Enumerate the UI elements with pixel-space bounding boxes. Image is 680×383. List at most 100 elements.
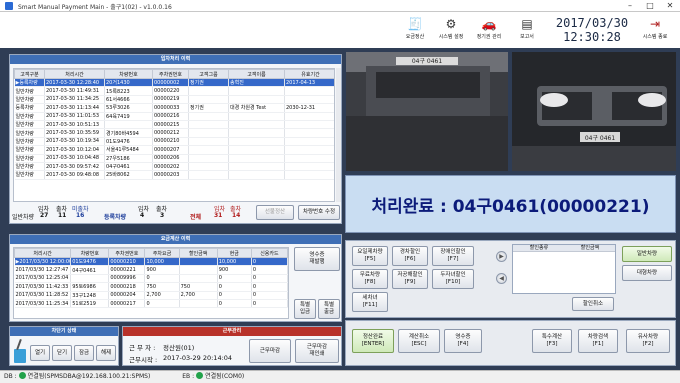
column-header[interactable]: 차량번호	[104, 69, 153, 79]
column-header[interactable]: 유효기간	[284, 69, 334, 79]
exit-icon: ⇥	[649, 17, 661, 31]
table-row[interactable]: 등록차량 2017-03-30 11:13:44 53루3026 00000033 정기…	[14, 103, 334, 113]
column-header[interactable]: 신용카드	[250, 248, 288, 258]
table-cell: 경기80바4594	[104, 128, 153, 138]
shift-reprint-button[interactable]: 근무마감 재인쇄	[295, 339, 339, 363]
discount-cancel-button[interactable]: 할인취소	[572, 297, 614, 311]
reg-car-label: 등록차량	[104, 214, 127, 221]
calc-cancel-button[interactable]: 계산취소 [ESC]	[398, 329, 440, 353]
table-cell: 01도9476	[104, 137, 153, 147]
discount-disabled-button[interactable]: 장애인할인 [F7]	[432, 246, 474, 266]
season-ticket-button[interactable]: 🚗 정기권 관리	[471, 16, 507, 46]
special-out-button[interactable]: 특별 출금	[318, 299, 340, 319]
shift-panel: 근무관리 근 무 자 : 정산원(01) 근무시작 : 2017-03-29 2…	[122, 326, 342, 366]
minimize-icon[interactable]: –	[620, 1, 640, 11]
change-plate-button[interactable]: 차량번호 수정	[298, 205, 340, 220]
table-row[interactable]: 2017/03/30 12:27:47 04구0461 00000221 900 900…	[14, 265, 288, 275]
column-header[interactable]: 주차권번호	[108, 248, 146, 258]
table-cell: 00000218	[108, 282, 146, 292]
remove-discount-icon[interactable]: ◀	[496, 273, 507, 284]
column-header[interactable]: 할인금액	[178, 248, 218, 258]
table-row[interactable]: 일반차량 2017-03-30 10:12:04 서울41루5484 00000207	[14, 145, 334, 155]
entry-scrollbar[interactable]	[336, 68, 341, 202]
reg-in-count: 4	[140, 212, 145, 219]
discount-list[interactable]: 할인종류 할인금액	[512, 244, 616, 294]
column-header[interactable]: 고객구분	[14, 69, 45, 79]
clock-time: 12:30:28	[563, 30, 621, 44]
special-in-button[interactable]: 특별 입금	[294, 299, 316, 319]
shift-title: 근무관리	[123, 327, 341, 336]
fee-table[interactable]: 처리시간 차량번호 주차권번호 주차요금 할인금액 현금 신용카드 ▶2017/03/30 …	[13, 247, 289, 319]
table-row[interactable]: 일반차량 2017-03-30 11:49:31 15록8223 00000220	[14, 86, 334, 96]
column-header[interactable]: 처리시간	[14, 248, 72, 258]
report-button[interactable]: ▤ 보고서	[509, 16, 545, 46]
table-cell: 일반차량	[14, 95, 45, 105]
table-cell: 00000203	[152, 170, 189, 180]
table-cell	[284, 170, 334, 180]
discount-free-button[interactable]: 무료차량 [F8]	[352, 269, 388, 289]
discount-two-children-button[interactable]: 두자녀할인 [F10]	[432, 269, 474, 289]
table-cell: 0	[217, 291, 252, 300]
table-row[interactable]: ▶등록차량 2017-03-30 12:28:40 20거1430 00000002 정…	[14, 78, 334, 88]
table-row[interactable]: 일반차량 2017-03-30 10:51:13 00000215	[14, 120, 334, 130]
pre-settle-button[interactable]: 선불정산	[256, 205, 294, 220]
table-row[interactable]: 일반차량 2017-03-30 10:04:48 27우5186 00000206	[14, 154, 334, 163]
barrier-lock-button[interactable]: 잠금	[74, 345, 94, 361]
car-type-general-button[interactable]: 일반차량	[622, 246, 672, 262]
app-window: Smart Manual Payment Main - 출구1(02) - v1…	[0, 0, 680, 383]
discount-compact-button[interactable]: 경차할인 [F6]	[392, 246, 428, 266]
system-settings-button[interactable]: ⚙ 시스템 설정	[433, 16, 469, 46]
receipt-reissue-button[interactable]: 영수증 재발행	[294, 247, 340, 271]
barrier-open-button[interactable]: 열기	[30, 345, 50, 361]
entry-table[interactable]: 고객구분 처리시간 차량번호 주차권번호 고객그룹 고객이름 유효기간 ▶등록차량 2017-…	[13, 68, 335, 202]
maximize-icon[interactable]: □	[640, 1, 660, 11]
column-header[interactable]: 고객이름	[228, 69, 285, 79]
table-cell: 2017-03-30 09:48:08	[44, 170, 105, 180]
table-row[interactable]: ▶2017/03/30 12:00:00 01도9476 00000210 10,00…	[14, 257, 288, 267]
table-row[interactable]: 일반차량 2017-03-30 11:01:53 64육7419 00000216	[14, 112, 334, 121]
table-cell: 00000216	[152, 112, 189, 121]
column-header[interactable]: 고객그룹	[188, 69, 229, 79]
close-icon[interactable]: ✕	[660, 1, 680, 11]
fee-settle-button[interactable]: 🧾 요금정산	[397, 16, 433, 46]
table-cell: 서울41루5484	[104, 145, 153, 155]
table-row[interactable]: 일반차량 2017-03-30 11:34:25 61서4666 00000219	[14, 95, 334, 105]
similar-car-button[interactable]: 유사차량 [F2]	[626, 329, 670, 353]
column-header[interactable]: 처리시간	[44, 69, 105, 79]
column-header[interactable]: 주차요금	[144, 248, 180, 258]
column-header[interactable]: 현금	[216, 248, 252, 258]
column-header[interactable]: 주차권번호	[152, 69, 189, 79]
table-row[interactable]: 일반차량 2017-03-30 10:19:34 01도9476 00000210	[14, 137, 334, 147]
shift-end-button[interactable]: 근무마감	[249, 339, 291, 363]
table-row[interactable]: 2017/03/30 11:25:34 51로2519 00000217 0 0 0	[14, 299, 288, 309]
barrier-unlock-button[interactable]: 해제	[96, 345, 116, 361]
car-type-large-button[interactable]: 대형차량	[622, 265, 672, 281]
receipt-button[interactable]: 영수증 [F4]	[444, 329, 482, 353]
discount-carwash-button[interactable]: 세차녀 [F11]	[352, 292, 388, 312]
special-calc-button[interactable]: 특수계산 [F3]	[532, 329, 572, 353]
table-row[interactable]: 일반차량 2017-03-30 10:35:59 경기80바4594 00000212	[14, 128, 334, 138]
table-cell: 2017-03-30 10:35:59	[44, 128, 105, 138]
add-discount-icon[interactable]: ▶	[496, 251, 507, 262]
table-cell	[228, 128, 285, 138]
table-cell: 2017-03-30 11:49:31	[44, 86, 105, 96]
settle-complete-button[interactable]: 정산완료 [ENTER]	[352, 329, 394, 353]
table-row[interactable]: 일반차량 2017-03-30 09:57:42 04구0461 00000202	[14, 162, 334, 172]
discount-eco-button[interactable]: 저공해할인 [F9]	[392, 269, 428, 289]
table-row[interactable]: 2017/03/30 11:28:52 33구1248 00000204 2,700 2…	[14, 291, 288, 300]
camera-image-2: 04구 0461	[512, 52, 676, 171]
table-cell	[228, 154, 285, 163]
table-cell	[188, 154, 229, 163]
table-row[interactable]: 2017/03/30 11:42:33 95토6986 00000218 750 750…	[14, 282, 288, 292]
table-row[interactable]: 2017/03/30 12:25:04 00009996 0 0 0	[14, 274, 288, 284]
table-cell	[188, 95, 229, 105]
discount-weekday-button[interactable]: 요일제차량 [F5]	[352, 246, 388, 266]
table-cell: 01도9476	[70, 257, 110, 267]
table-cell: 2017/03/30 12:27:47	[14, 265, 72, 275]
barrier-close-button[interactable]: 닫기	[52, 345, 72, 361]
table-row[interactable]: 일반차량 2017-03-30 09:48:08 25바8062 00000203	[14, 170, 334, 180]
car-search-button[interactable]: 차량검색 [F1]	[578, 329, 618, 353]
column-header[interactable]: 차량번호	[70, 248, 110, 258]
system-exit-button[interactable]: ⇥ 시스템 종료	[637, 16, 673, 46]
table-cell: 2017-03-30 09:57:42	[44, 162, 105, 172]
